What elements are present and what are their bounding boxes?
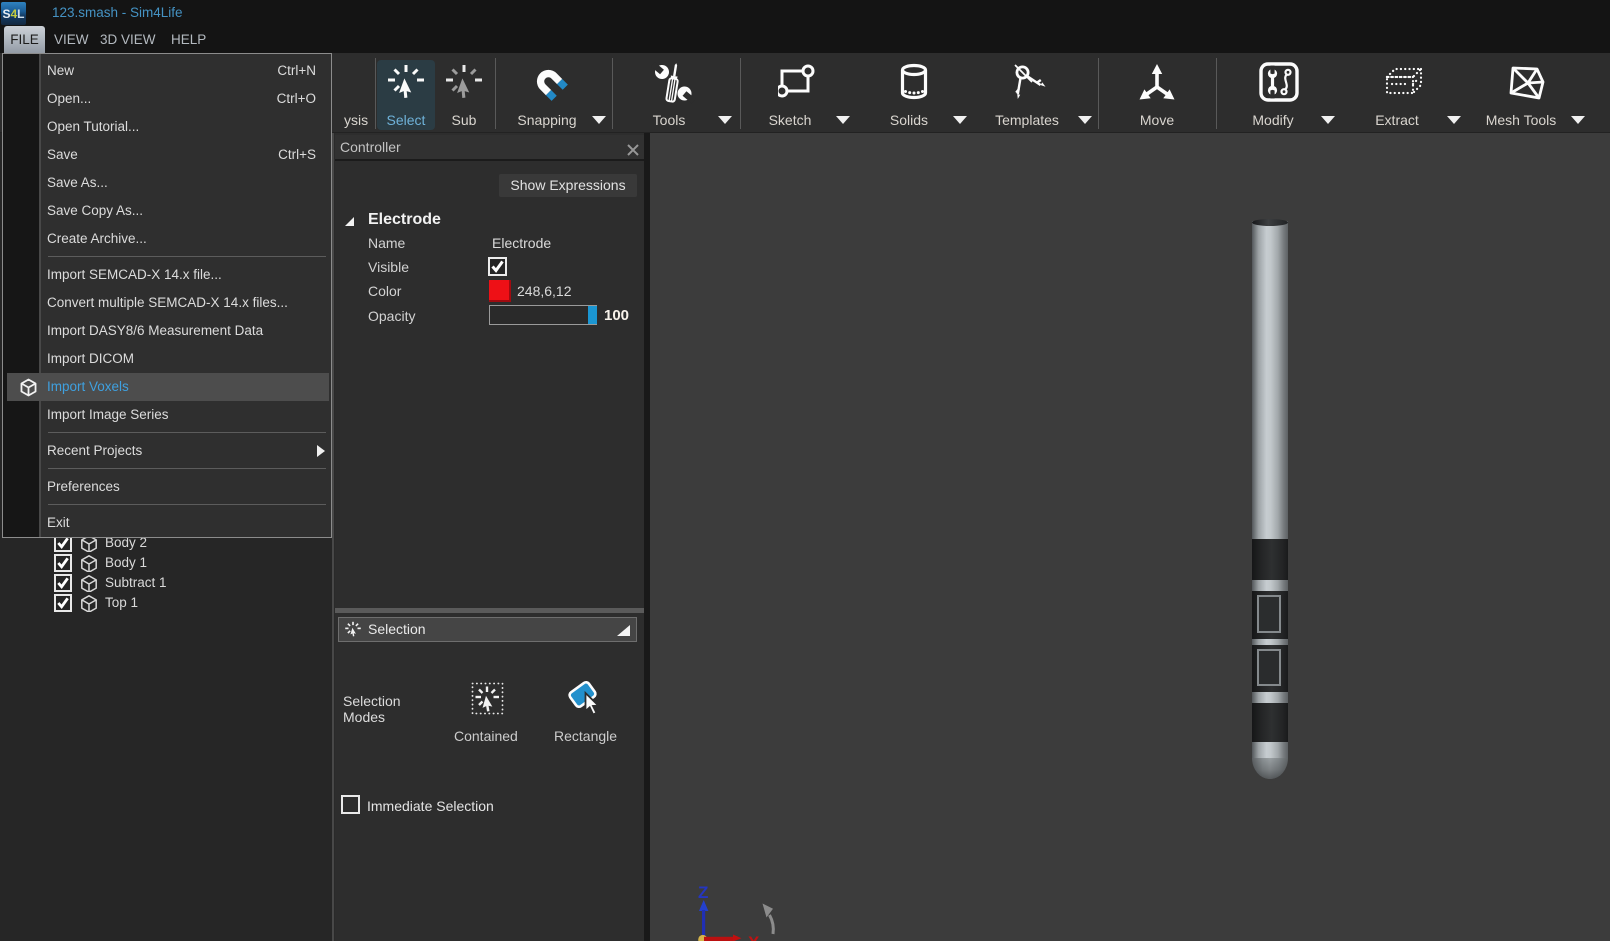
svg-text:X: X <box>748 933 760 941</box>
svg-text:Z: Z <box>698 883 708 902</box>
